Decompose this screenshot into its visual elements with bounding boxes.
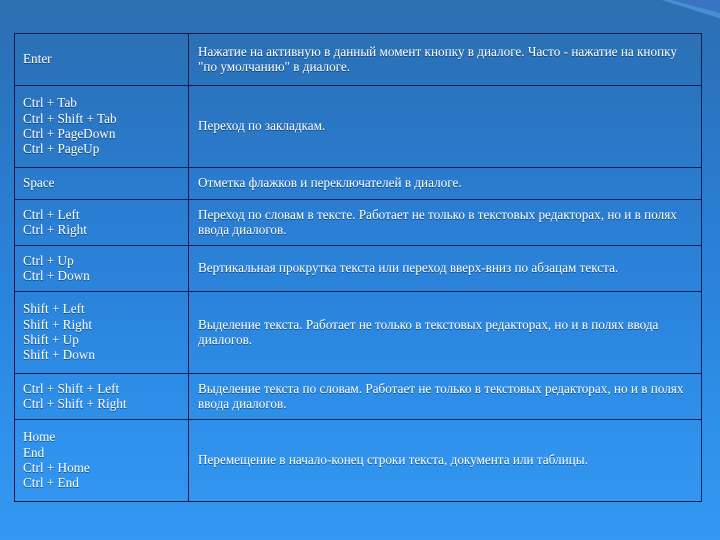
ribbon-light-1 [0,0,720,30]
key-combo: Shift + Down [23,347,95,363]
shortcut-description-cell: Отметка флажков и переключателей в диало… [188,167,702,200]
table-body: Enter Нажатие на активную в данный момен… [14,33,702,502]
table-row: Ctrl + Left Ctrl + Right Переход по слов… [14,199,702,246]
keyboard-shortcuts-table: Enter Нажатие на активную в данный момен… [14,33,702,502]
shortcut-description-cell: Нажатие на активную в данный момент кноп… [188,33,702,86]
key-combo: Shift + Up [23,332,79,347]
shortcut-keys-cell: Ctrl + Up Ctrl + Down [14,245,189,292]
shortcut-description-cell: Переход по словам в тексте. Работает не … [188,199,702,246]
key-combo: Home [23,429,56,445]
key-combo: Ctrl + Tab [23,95,77,111]
key-combo: Shift + Right [23,316,92,332]
shortcut-keys-cell: Enter [14,33,189,86]
shortcut-keys-cell: Shift + Left Shift + Right Shift + Up Sh… [14,291,189,374]
key-combo: Ctrl + Shift + Left [23,380,120,396]
key-combo: Ctrl + Shift + Right [23,396,127,411]
table-row: Ctrl + Up Ctrl + Down Вертикальная прокр… [14,245,702,292]
table-row: Enter Нажатие на активную в данный момен… [14,33,702,86]
shortcut-description-cell: Перемещение в начало-конец строки текста… [188,419,702,502]
key-combo: Ctrl + Shift + Tab [23,110,117,126]
key-combo: Ctrl + Left [23,206,80,222]
table-row: Ctrl + Tab Ctrl + Shift + Tab Ctrl + Pag… [14,85,702,168]
presentation-slide: Enter Нажатие на активную в данный момен… [0,0,720,540]
table-row: Home End Ctrl + Home Ctrl + End Перемеще… [14,419,702,502]
shortcut-description-cell: Переход по закладкам. [188,85,702,168]
key-combo: Ctrl + Home [23,460,90,475]
ribbon-light-7 [25,0,720,18]
key-combo: Ctrl + End [23,475,79,491]
shortcut-keys-cell: Home End Ctrl + Home Ctrl + End [14,419,189,502]
ribbon-light-2 [0,0,720,11]
key-combo: End [23,444,45,460]
table-row: Shift + Left Shift + Right Shift + Up Sh… [14,291,702,374]
key-combo: Ctrl + PageDown [23,126,116,141]
shortcut-keys-cell: Space [14,167,189,200]
key-combo: Ctrl + Right [23,222,87,237]
shortcut-keys-cell: Ctrl + Tab Ctrl + Shift + Tab Ctrl + Pag… [14,85,189,168]
shortcut-keys-cell: Ctrl + Left Ctrl + Right [14,199,189,246]
shortcut-description-cell: Выделение текста по словам. Работает не … [188,373,702,420]
table-row: Space Отметка флажков и переключателей в… [14,167,702,200]
ribbon-dark-2 [0,0,720,1]
key-combo: Ctrl + PageUp [23,141,100,157]
shortcut-description-cell: Выделение текста. Работает не только в т… [188,291,702,374]
key-combo: Ctrl + Down [23,268,90,283]
key-combo: Shift + Left [23,301,85,317]
shortcut-description-cell: Вертикальная прокрутка текста или перехо… [188,245,702,292]
shortcut-keys-cell: Ctrl + Shift + Left Ctrl + Shift + Right [14,373,189,420]
key-combo: Space [23,175,55,191]
ribbon-dark-1 [0,0,720,21]
key-combo: Enter [23,51,52,67]
table-row: Ctrl + Shift + Left Ctrl + Shift + Right… [14,373,702,420]
key-combo: Ctrl + Up [23,252,74,268]
